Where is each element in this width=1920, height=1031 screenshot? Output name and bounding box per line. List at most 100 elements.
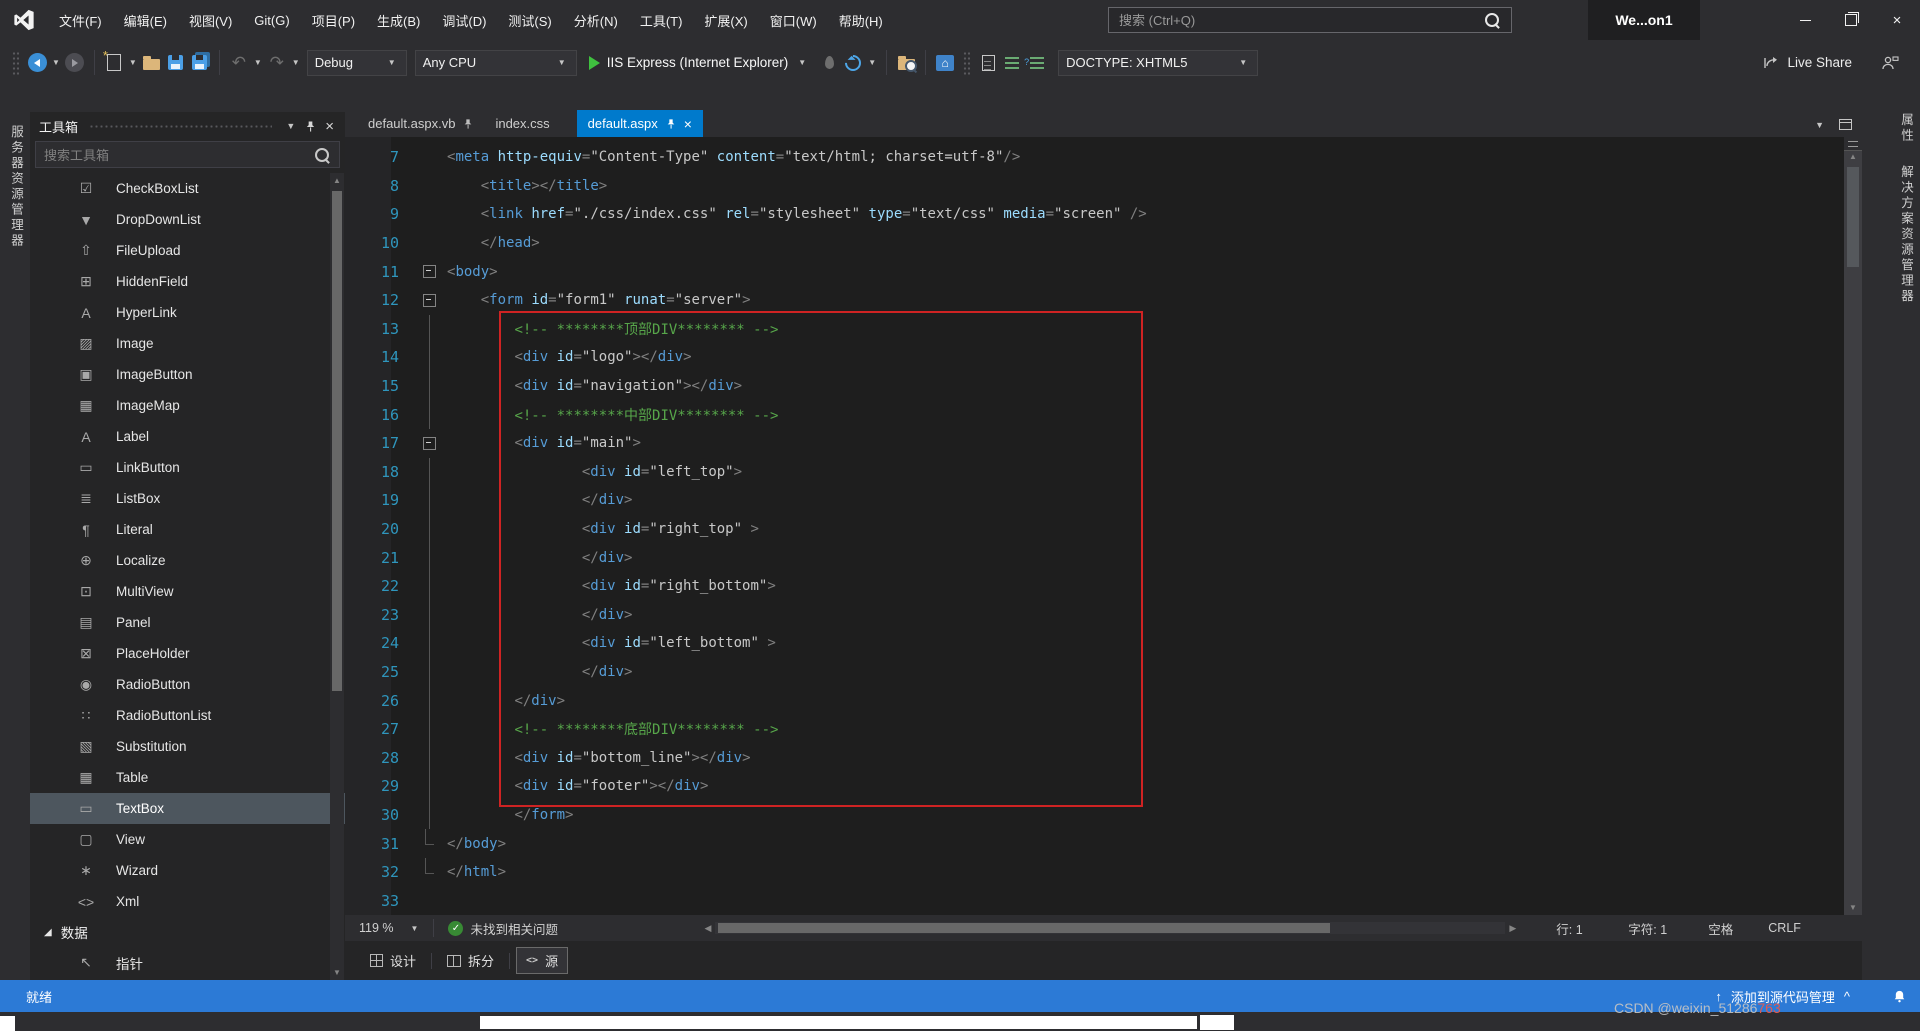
toolbox-item-substitution[interactable]: ▧Substitution: [30, 731, 345, 762]
toolbox-item-multiview[interactable]: ⊡MultiView: [30, 576, 345, 607]
hot-reload-button[interactable]: [817, 49, 841, 77]
menu-item-9[interactable]: 分析(N): [563, 6, 629, 35]
quick-search-box[interactable]: [1108, 7, 1512, 33]
panel-drag-grip[interactable]: [89, 124, 272, 129]
close-panel-icon[interactable]: ×: [323, 119, 336, 134]
code-editor[interactable]: 7<meta http-equiv="Content-Type" content…: [345, 137, 1844, 915]
toolbox-item-dropdownlist[interactable]: ▼DropDownList: [30, 204, 345, 235]
menu-item-10[interactable]: 工具(T): [629, 6, 694, 35]
refresh-button[interactable]: [841, 49, 865, 77]
document-outline-button[interactable]: [976, 49, 1000, 77]
menu-item-5[interactable]: 项目(P): [301, 6, 366, 35]
pin-icon[interactable]: [463, 118, 473, 130]
toolbar-grip[interactable]: [963, 51, 970, 75]
toolbox-item-imagebutton[interactable]: ▣ImageButton: [30, 359, 345, 390]
fold-collapse-icon[interactable]: [423, 294, 436, 307]
toolbox-item-image[interactable]: ▨Image: [30, 328, 345, 359]
toolbox-item-label[interactable]: ALabel: [30, 421, 345, 452]
scroll-down-icon[interactable]: ▼: [330, 968, 344, 977]
toolbox-section-data[interactable]: ◢数据: [30, 917, 345, 947]
new-file-button[interactable]: [102, 49, 126, 77]
tab-default.aspx.vb[interactable]: default.aspx.vb: [357, 110, 484, 137]
document-health-indicator[interactable]: ✓ 未找到相关问题: [434, 919, 622, 938]
undo-button[interactable]: ↶: [227, 49, 251, 77]
back-history-chevron-icon[interactable]: ▼: [52, 58, 60, 67]
toolbox-item-literal[interactable]: ¶Literal: [30, 514, 345, 545]
scrollbar-track[interactable]: [715, 922, 1505, 934]
editor-vertical-scrollbar[interactable]: ▲ ▼: [1844, 137, 1862, 915]
solution-explorer-tab[interactable]: 解决方案资源管理器: [1897, 165, 1916, 305]
toolbox-search-box[interactable]: 搜索工具箱: [35, 141, 340, 168]
menu-item-12[interactable]: 窗口(W): [759, 6, 828, 35]
menu-item-7[interactable]: 调试(D): [431, 6, 497, 35]
undo-chevron-icon[interactable]: ▼: [254, 58, 262, 67]
format-document-button[interactable]: [1000, 49, 1024, 77]
toolbox-item-fileupload[interactable]: ⇧FileUpload: [30, 235, 345, 266]
run-target-chevron-icon[interactable]: ▼: [798, 58, 806, 67]
properties-tab[interactable]: 属性: [1897, 113, 1916, 144]
toolbox-item-table[interactable]: ▦Table: [30, 762, 345, 793]
panel-menu-chevron-icon[interactable]: ▼: [286, 121, 295, 131]
column-indicator[interactable]: 字符: 1: [1628, 919, 1708, 938]
close-tab-icon[interactable]: ×: [684, 117, 692, 131]
start-debugging-button[interactable]: IIS Express (Internet Explorer) ▼: [589, 55, 810, 70]
redo-button[interactable]: ↷: [265, 49, 289, 77]
fold-collapse-icon[interactable]: [423, 265, 436, 278]
navigate-forward-button[interactable]: [63, 49, 87, 77]
scroll-left-icon[interactable]: ◀: [700, 923, 715, 934]
toolbox-item-listbox[interactable]: ≣ListBox: [30, 483, 345, 514]
toolbox-item-panel[interactable]: ▤Panel: [30, 607, 345, 638]
toolbox-item-view[interactable]: ▢View: [30, 824, 345, 855]
source-view-button[interactable]: <> 源: [516, 947, 568, 974]
feedback-button[interactable]: [1878, 49, 1902, 77]
redo-chevron-icon[interactable]: ▼: [292, 58, 300, 67]
menu-item-1[interactable]: 文件(F): [48, 6, 113, 35]
scroll-up-icon[interactable]: ▲: [330, 176, 344, 185]
scroll-up-icon[interactable]: ▲: [1844, 152, 1862, 161]
menu-item-4[interactable]: Git(G): [243, 8, 300, 33]
minimize-button[interactable]: [1782, 0, 1828, 40]
refresh-chevron-icon[interactable]: ▼: [868, 58, 876, 67]
toolbox-item-localize[interactable]: ⊕Localize: [30, 545, 345, 576]
doctype-select[interactable]: DOCTYPE: XHTML5▼: [1058, 50, 1258, 76]
debug-configuration-select[interactable]: Debug▼: [307, 50, 407, 76]
fold-collapse-icon[interactable]: [423, 437, 436, 450]
toolbar-grip[interactable]: [12, 51, 19, 75]
space-mode-indicator[interactable]: 空格: [1708, 919, 1768, 938]
save-button[interactable]: [164, 49, 188, 77]
toolbox-item-radiobutton[interactable]: ◉RadioButton: [30, 669, 345, 700]
menu-item-2[interactable]: 编辑(E): [113, 6, 178, 35]
scrollbar-thumb[interactable]: [332, 191, 342, 691]
close-button[interactable]: ×: [1874, 0, 1920, 40]
source-control-caret-icon[interactable]: ^: [1844, 989, 1850, 1004]
split-view-button[interactable]: 拆分: [438, 948, 503, 973]
toolbox-item-placeholder[interactable]: ⊠PlaceHolder: [30, 638, 345, 669]
toolbox-item-hiddenfield[interactable]: ⊞HiddenField: [30, 266, 345, 297]
platform-select[interactable]: Any CPU▼: [415, 50, 577, 76]
view-in-browser-button[interactable]: ⌂: [933, 49, 957, 77]
line-indicator[interactable]: 行: 1: [1556, 919, 1628, 938]
window-options-icon[interactable]: [1839, 119, 1852, 130]
toolbox-item-radiobuttonlist[interactable]: ∷RadioButtonList: [30, 700, 345, 731]
pin-icon[interactable]: [666, 118, 676, 130]
design-view-button[interactable]: 设计: [361, 948, 425, 973]
live-share-button[interactable]: Live Share: [1763, 55, 1852, 70]
server-explorer-tab[interactable]: 服务器资源管理器: [7, 125, 26, 249]
split-editor-grip[interactable]: [1844, 137, 1862, 151]
scroll-right-icon[interactable]: ▶: [1505, 923, 1520, 934]
scrollbar-thumb[interactable]: [1847, 167, 1859, 267]
scrollbar-thumb[interactable]: [718, 923, 1330, 933]
menu-item-6[interactable]: 生成(B): [366, 6, 431, 35]
navigate-back-button[interactable]: [25, 49, 49, 77]
menu-item-11[interactable]: 扩展(X): [693, 6, 758, 35]
toolbox-item-hyperlink[interactable]: AHyperLink: [30, 297, 345, 328]
zoom-select[interactable]: 119 % ▼: [345, 921, 433, 935]
toolbox-item-linkbutton[interactable]: ▭LinkButton: [30, 452, 345, 483]
toolbox-scrollbar[interactable]: ▲ ▼: [330, 173, 344, 980]
restore-button[interactable]: [1828, 0, 1874, 40]
tab-default.aspx[interactable]: default.aspx×: [577, 110, 703, 137]
pin-icon[interactable]: [305, 120, 316, 133]
line-ending-indicator[interactable]: CRLF: [1768, 921, 1818, 935]
save-all-button[interactable]: [188, 49, 212, 77]
toolbox-item-textbox[interactable]: ▭TextBox: [30, 793, 345, 824]
